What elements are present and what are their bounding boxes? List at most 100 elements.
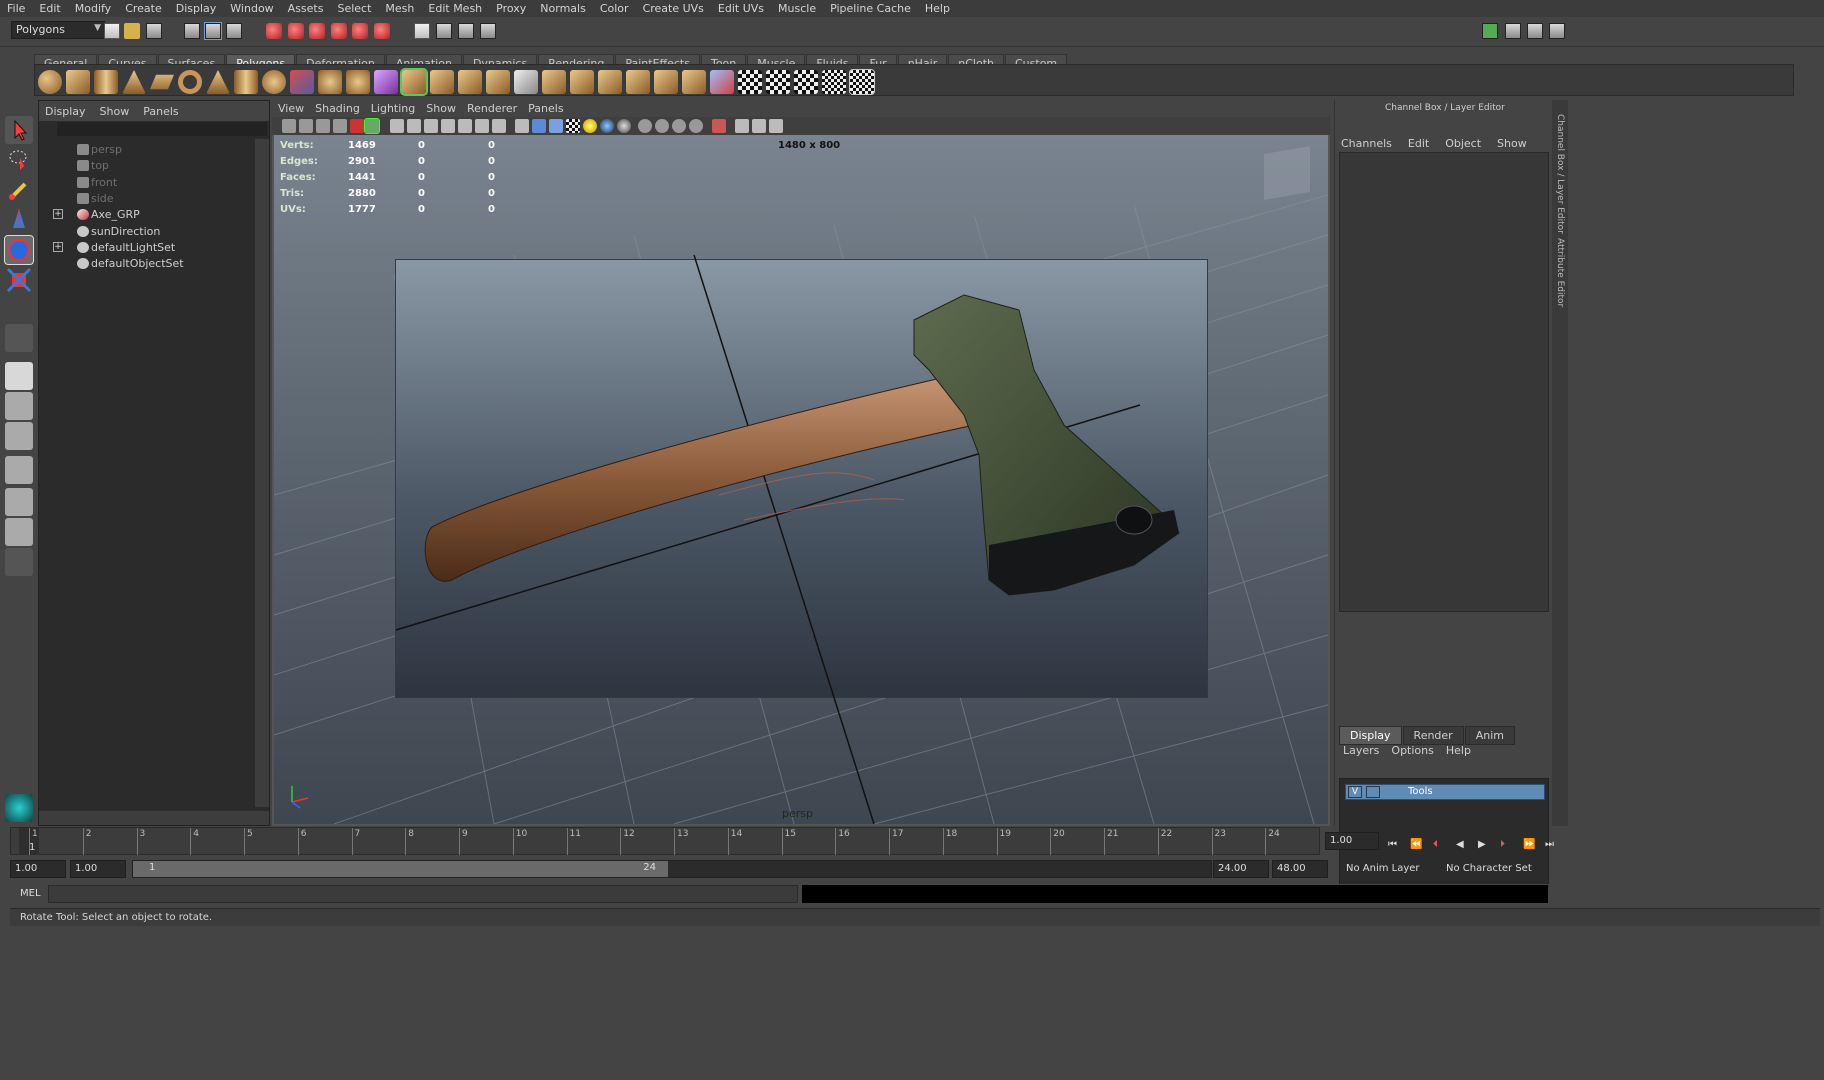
- select-hierarchy-icon[interactable]: [184, 23, 200, 39]
- use-all-lights-icon[interactable]: [583, 119, 597, 133]
- playback-start-field[interactable]: 1.00: [70, 860, 126, 878]
- poly-plane-icon[interactable]: [150, 74, 174, 90]
- rotate-tool-icon[interactable]: [4, 235, 34, 265]
- layer-type-toggle[interactable]: [1366, 786, 1380, 798]
- menu-window[interactable]: Window: [223, 0, 280, 17]
- snap-view-plane-icon[interactable]: [331, 23, 347, 39]
- outliner-menu-panels[interactable]: Panels: [143, 105, 178, 118]
- outliner-item-persp[interactable]: persp: [39, 141, 254, 158]
- viewport-menu-panels[interactable]: Panels: [528, 102, 563, 115]
- layer-menu-layers[interactable]: Layers: [1343, 744, 1379, 757]
- open-scene-icon[interactable]: [124, 23, 140, 39]
- outliner-item-side[interactable]: side: [39, 190, 254, 207]
- play-backwards-icon[interactable]: ◀: [1456, 839, 1470, 853]
- viewcube[interactable]: [1264, 145, 1310, 201]
- bevel-icon[interactable]: [570, 70, 594, 94]
- wedge-icon[interactable]: [598, 70, 622, 94]
- ambient-occlusion-icon[interactable]: [689, 119, 703, 133]
- viewport-menu-renderer[interactable]: Renderer: [467, 102, 517, 115]
- graph-editor-layout-icon[interactable]: [5, 518, 33, 546]
- viewport-menu-show[interactable]: Show: [426, 102, 456, 115]
- range-slider[interactable]: 1 24: [132, 860, 1212, 878]
- persp-outliner-layout-icon[interactable]: [5, 422, 33, 450]
- outliner-item-sundirection[interactable]: sunDirection: [39, 223, 254, 240]
- xray-joints-icon[interactable]: [672, 119, 686, 133]
- snap-point-icon[interactable]: [309, 23, 325, 39]
- select-object-icon[interactable]: [204, 22, 222, 40]
- step-forward-frame-icon[interactable]: ⏩: [1523, 839, 1537, 853]
- layer-tab-render[interactable]: Render: [1402, 726, 1464, 745]
- go-to-start-icon[interactable]: ⏮: [1388, 839, 1402, 853]
- menu-proxy[interactable]: Proxy: [489, 0, 533, 17]
- merge-icon[interactable]: [654, 70, 678, 94]
- menu-set-dropdown[interactable]: Polygons ▼: [11, 21, 105, 39]
- menu-color[interactable]: Color: [593, 0, 636, 17]
- range-slider-bar[interactable]: 1 24: [133, 861, 668, 877]
- render-current-icon[interactable]: [436, 23, 452, 39]
- expand-icon[interactable]: +: [53, 209, 63, 220]
- move-tool-icon[interactable]: [5, 206, 33, 234]
- combine-icon[interactable]: [290, 70, 314, 94]
- construction-history-icon[interactable]: [374, 23, 390, 39]
- bridge-icon[interactable]: [430, 70, 454, 94]
- viewport-menu-view[interactable]: View: [278, 102, 304, 115]
- mel-input[interactable]: [48, 885, 798, 903]
- menu-pipeline-cache[interactable]: Pipeline Cache: [823, 0, 918, 17]
- layout-toggle-icon[interactable]: [1482, 23, 1498, 39]
- viewport-menu-lighting[interactable]: Lighting: [371, 102, 415, 115]
- cube-highlight-icon[interactable]: [374, 70, 398, 94]
- menu-mesh[interactable]: Mesh: [378, 0, 421, 17]
- wireframe-on-shaded-icon[interactable]: [549, 119, 563, 133]
- current-time-field[interactable]: 1.00: [1325, 832, 1379, 850]
- attribute-editor-toggle-icon[interactable]: [1505, 23, 1521, 39]
- 2d-pan-zoom-icon[interactable]: [350, 119, 364, 133]
- channel-box-menu-object[interactable]: Object: [1445, 137, 1481, 150]
- channel-box-menu-show[interactable]: Show: [1497, 137, 1527, 150]
- step-forward-key-icon[interactable]: ⏵: [1500, 839, 1514, 853]
- camera-attributes-icon[interactable]: [299, 119, 313, 133]
- isolate-select-icon[interactable]: [712, 119, 726, 133]
- gate-mask-icon[interactable]: [441, 119, 455, 133]
- film-gate-icon[interactable]: [407, 119, 421, 133]
- last-tool-icon[interactable]: [5, 324, 33, 352]
- grease-pencil-icon[interactable]: [364, 118, 380, 134]
- layer-menu-help[interactable]: Help: [1446, 744, 1471, 757]
- custom-layout-icon[interactable]: [5, 548, 33, 576]
- automatic-mapping-icon[interactable]: [822, 70, 846, 94]
- menu-edit-mesh[interactable]: Edit Mesh: [421, 0, 489, 17]
- persp-graph-layout-icon[interactable]: [5, 456, 33, 484]
- snap-curve-icon[interactable]: [288, 23, 304, 39]
- lasso-tool-icon[interactable]: [5, 146, 33, 174]
- outliner-horizontal-scrollbar[interactable]: [39, 811, 269, 825]
- offset-edge-loop-icon[interactable]: [542, 70, 566, 94]
- poly-torus-icon[interactable]: [178, 70, 202, 94]
- viewport-menu-shading[interactable]: Shading: [315, 102, 360, 115]
- step-back-frame-icon[interactable]: ⏪: [1410, 839, 1424, 853]
- xray-active-icon[interactable]: [655, 119, 669, 133]
- shadows-icon[interactable]: [600, 119, 614, 133]
- expand-icon[interactable]: +: [53, 241, 63, 252]
- poly-cylinder-icon[interactable]: [94, 70, 118, 94]
- tool-settings-toggle-icon[interactable]: [1527, 23, 1543, 39]
- poly-pyramid-icon[interactable]: [206, 70, 230, 94]
- mel-label[interactable]: MEL: [20, 888, 41, 899]
- render-view-icon[interactable]: [414, 23, 430, 39]
- play-forwards-icon[interactable]: ▶: [1478, 839, 1492, 853]
- new-scene-icon[interactable]: [104, 23, 120, 39]
- outliner-item-front[interactable]: front: [39, 174, 254, 191]
- animation-start-field[interactable]: 1.00: [10, 860, 66, 878]
- layer-visibility-toggle[interactable]: V: [1348, 786, 1362, 798]
- outliner-item-defaultlightset[interactable]: + defaultLightSet: [39, 239, 254, 256]
- extrude-icon[interactable]: [400, 68, 428, 96]
- select-component-icon[interactable]: [226, 23, 242, 39]
- outliner-item-defaultobjectset[interactable]: defaultObjectSet: [39, 255, 254, 272]
- select-camera-icon[interactable]: [282, 119, 296, 133]
- side-tab-channel-box[interactable]: Channel Box / Layer Editor: [1555, 114, 1565, 234]
- uv-texture-editor-icon[interactable]: [849, 69, 875, 95]
- time-slider[interactable]: 1 1 2 3 4 5 6 7 8 9 10 11 12 13 14 15 16 17 18 19 20 21 22 23 2…: [10, 827, 1320, 855]
- paint-select-icon[interactable]: [5, 176, 33, 204]
- render-settings-icon[interactable]: [480, 23, 496, 39]
- single-perspective-layout-icon[interactable]: [5, 362, 33, 390]
- safe-title-icon[interactable]: [492, 119, 506, 133]
- menu-display[interactable]: Display: [169, 0, 224, 17]
